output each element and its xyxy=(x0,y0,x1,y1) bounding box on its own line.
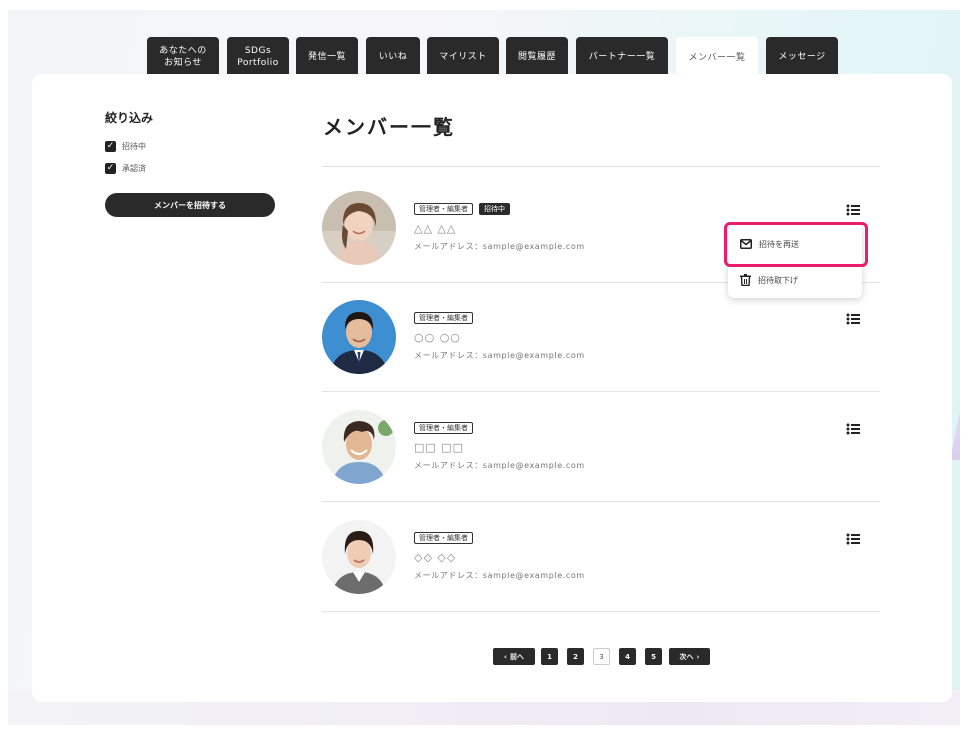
tab-partners-label: パートナー一覧 xyxy=(588,52,656,62)
filter-invited[interactable]: ✓ 招待中 xyxy=(105,141,146,152)
checkbox-checked-icon[interactable]: ✓ xyxy=(105,141,116,152)
highlight-frame xyxy=(724,222,868,267)
menu-list-icon[interactable] xyxy=(846,533,860,545)
next-page-label: 次へ xyxy=(679,652,694,661)
filter-title: 絞り込み xyxy=(105,111,154,125)
role-badge: 管理者・編集者 xyxy=(414,422,473,434)
tab-likes[interactable]: いいね xyxy=(366,37,420,77)
member-name: △△ △△ xyxy=(414,222,457,235)
trash-icon xyxy=(740,274,751,286)
avatar xyxy=(322,520,396,594)
tab-messages[interactable]: メッセージ xyxy=(766,37,838,77)
member-name: □□ □□ xyxy=(414,441,465,454)
member-row: 管理者・編集者 □□ □□ メールアドレス：sample@example.com xyxy=(322,410,880,520)
tab-messages-label: メッセージ xyxy=(778,52,826,62)
page-button-3[interactable]: 3 xyxy=(593,648,610,665)
member-email: メールアドレス：sample@example.com xyxy=(414,242,585,251)
filter-approved[interactable]: ✓ 承認済 xyxy=(105,163,146,174)
tab-history-label: 閲覧履歴 xyxy=(517,52,556,62)
cancel-invite-item[interactable]: 招待取下げ xyxy=(728,265,862,295)
tab-partners[interactable]: パートナー一覧 xyxy=(576,37,668,77)
tab-sdgs-line2: Portfolio xyxy=(237,58,279,68)
prev-page-button[interactable]: ‹ 前へ xyxy=(493,648,535,665)
badge-group: 管理者・編集者 xyxy=(414,532,473,544)
tab-notifications-line1: あなたへの xyxy=(159,46,207,56)
role-badge: 管理者・編集者 xyxy=(414,532,473,544)
page-button-4[interactable]: 4 xyxy=(619,648,636,665)
tab-likes-label: いいね xyxy=(378,52,408,62)
divider xyxy=(322,166,880,167)
tab-members[interactable]: メンバー一覧 xyxy=(676,37,758,79)
role-badge: 管理者・編集者 xyxy=(414,203,473,215)
tab-mylist[interactable]: マイリスト xyxy=(427,37,499,77)
prev-page-label: 前へ xyxy=(509,652,524,661)
status-badge: 招待中 xyxy=(479,203,510,215)
role-badge: 管理者・編集者 xyxy=(414,312,473,324)
member-row: 管理者・編集者 ◇◇ ◇◇ メールアドレス：sample@example.com xyxy=(322,520,880,630)
tab-members-label: メンバー一覧 xyxy=(688,53,746,63)
tab-mylist-label: マイリスト xyxy=(439,52,487,62)
tab-notifications-line2: お知らせ xyxy=(164,58,202,68)
checkbox-checked-icon[interactable]: ✓ xyxy=(105,163,116,174)
divider xyxy=(322,611,880,612)
badge-group: 管理者・編集者 xyxy=(414,422,473,434)
divider xyxy=(322,501,880,502)
invite-member-button[interactable]: メンバーを招待する xyxy=(105,193,275,217)
avatar xyxy=(322,300,396,374)
badge-group: 管理者・編集者 xyxy=(414,312,473,324)
member-name: ○○ ○○ xyxy=(414,331,461,344)
member-row: 管理者・編集者 ○○ ○○ メールアドレス：sample@example.com xyxy=(322,300,880,410)
page-button-5[interactable]: 5 xyxy=(645,648,662,665)
member-email: メールアドレス：sample@example.com xyxy=(414,571,585,580)
page-button-1[interactable]: 1 xyxy=(541,648,558,665)
page-button-2[interactable]: 2 xyxy=(567,648,584,665)
page-title: メンバー一覧 xyxy=(323,115,455,139)
chevron-left-icon: ‹ xyxy=(504,652,507,661)
next-page-button[interactable]: 次へ › xyxy=(669,648,710,665)
divider xyxy=(322,391,880,392)
tab-posts[interactable]: 発信一覧 xyxy=(296,37,358,77)
avatar xyxy=(322,410,396,484)
menu-list-icon[interactable] xyxy=(846,204,860,216)
tab-notifications[interactable]: あなたへの お知らせ xyxy=(147,37,219,77)
tab-posts-label: 発信一覧 xyxy=(307,52,346,62)
menu-list-icon[interactable] xyxy=(846,313,860,325)
chevron-right-icon: › xyxy=(696,652,700,661)
filter-invited-label: 招待中 xyxy=(122,142,146,151)
menu-list-icon[interactable] xyxy=(846,423,860,435)
member-email: メールアドレス：sample@example.com xyxy=(414,351,585,360)
member-name: ◇◇ ◇◇ xyxy=(414,551,457,564)
badge-group: 管理者・編集者 招待中 xyxy=(414,203,510,215)
tab-history[interactable]: 閲覧履歴 xyxy=(506,37,568,77)
pagination: ‹ 前へ 1 2 3 4 5 次へ › xyxy=(0,648,968,666)
filter-approved-label: 承認済 xyxy=(122,164,146,173)
avatar xyxy=(322,191,396,265)
tab-bar: あなたへの お知らせ SDGs Portfolio 発信一覧 いいね マイリスト… xyxy=(0,37,968,79)
tab-sdgs-line1: SDGs xyxy=(244,46,272,56)
member-email: メールアドレス：sample@example.com xyxy=(414,461,585,470)
cancel-invite-label: 招待取下げ xyxy=(758,275,798,285)
tab-sdgs-portfolio[interactable]: SDGs Portfolio xyxy=(227,37,289,77)
